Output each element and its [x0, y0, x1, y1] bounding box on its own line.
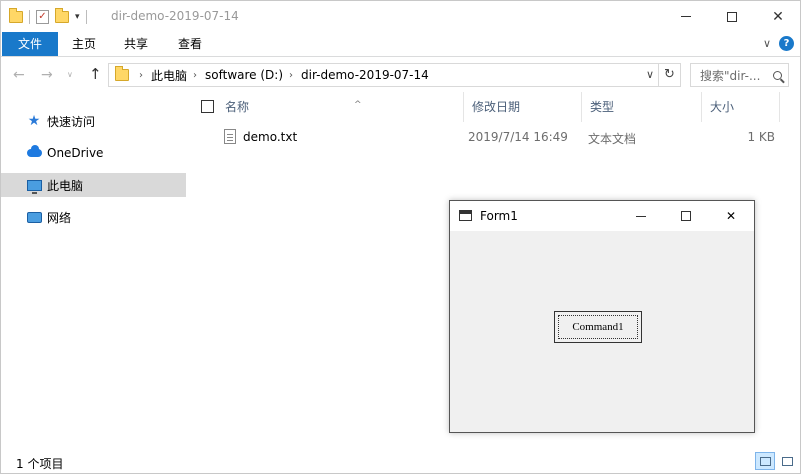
form-icon [459, 210, 472, 221]
file-date: 2019/7/14 16:49 [468, 130, 568, 144]
properties-icon[interactable]: ✓ [36, 10, 49, 24]
select-all-checkbox[interactable] [201, 100, 214, 113]
recent-locations-chevron-icon[interactable]: ∨ [67, 70, 73, 79]
cloud-icon [26, 145, 42, 160]
title-bar: ✓ ▾ dir-demo-2019-07-14 ✕ [1, 1, 800, 32]
breadcrumb-chevron-icon[interactable]: › [139, 70, 143, 81]
breadcrumb-folder[interactable]: dir-demo-2019-07-14 [301, 68, 429, 82]
close-button[interactable]: ✕ [755, 1, 801, 32]
star-icon: ★ [27, 113, 41, 129]
back-arrow-icon[interactable]: ← [13, 67, 25, 83]
maximize-button[interactable] [709, 1, 755, 32]
form1-title: Form1 [480, 209, 518, 223]
file-name: demo.txt [243, 130, 298, 144]
column-header-type[interactable]: 类型 [582, 92, 702, 122]
close-icon: ✕ [725, 209, 737, 223]
minimize-button[interactable] [663, 1, 709, 32]
column-header-name[interactable]: 名称 ^ [217, 92, 464, 122]
address-history-chevron-icon[interactable]: ∨ [646, 68, 654, 81]
separator [85, 10, 87, 24]
column-header-date[interactable]: 修改日期 [464, 92, 582, 122]
search-input[interactable]: 搜索"dir-... [690, 63, 789, 87]
refresh-icon[interactable]: ↻ [658, 64, 680, 86]
command1-button[interactable]: Command1 [554, 311, 642, 343]
sidebar-item-label: 此电脑 [47, 178, 84, 193]
item-count: 1 个项目 [16, 457, 64, 471]
sidebar-item-label: 网络 [47, 210, 72, 225]
file-size: 1 KB [747, 130, 775, 144]
file-type: 文本文档 [588, 132, 637, 146]
quick-access-toolbar: ✓ ▾ [9, 7, 87, 27]
large-icons-view-button[interactable] [777, 452, 797, 470]
large-icons-view-icon [782, 457, 793, 466]
tab-home[interactable]: 主页 [59, 32, 109, 56]
minimize-icon [636, 215, 646, 217]
sidebar-item-label: 快速访问 [47, 114, 96, 129]
navigation-pane: ★ 快速访问 OneDrive 此电脑 网络 [1, 92, 188, 447]
customize-toolbar-chevron-icon[interactable]: ▾ [75, 12, 80, 22]
column-header-label: 名称 [225, 100, 250, 114]
status-bar: 1 个项目 [1, 449, 800, 474]
column-header-row: 名称 ^ 修改日期 类型 大小 [189, 92, 801, 124]
command1-label: Command1 [572, 321, 624, 333]
ribbon-controls: ∨ ? [763, 36, 794, 51]
forward-arrow-icon[interactable]: → [41, 67, 53, 83]
form1-close-button[interactable]: ✕ [708, 201, 754, 231]
column-header-size[interactable]: 大小 [702, 92, 780, 122]
up-arrow-icon[interactable]: ↑ [89, 65, 102, 83]
breadcrumb-chevron-icon[interactable]: › [289, 70, 293, 81]
sidebar-item-label: OneDrive [47, 146, 104, 160]
breadcrumb-chevron-icon[interactable]: › [193, 70, 197, 81]
ribbon-tabs: 文件 主页 共享 查看 ∨ ? [1, 32, 800, 57]
sort-ascending-icon: ^ [354, 100, 362, 110]
computer-icon [26, 178, 42, 194]
network-icon [26, 210, 42, 224]
form1-title-bar[interactable]: Form1 ✕ [450, 201, 754, 231]
breadcrumb-drive[interactable]: software (D:) [205, 68, 283, 82]
details-view-button[interactable] [755, 452, 775, 470]
close-icon: ✕ [772, 8, 784, 25]
tab-file[interactable]: 文件 [2, 32, 58, 56]
sidebar-item-onedrive[interactable]: OneDrive [1, 141, 186, 165]
address-bar[interactable]: › 此电脑 › software (D:) › dir-demo-2019-07… [108, 63, 681, 87]
form1-minimize-button[interactable] [618, 201, 664, 231]
navigation-bar: ← → ∨ ↑ › 此电脑 › software (D:) › dir-demo… [1, 58, 800, 92]
breadcrumb-this-pc[interactable]: 此电脑 [151, 67, 187, 84]
form1-maximize-button[interactable] [663, 201, 709, 231]
minimize-icon [681, 16, 691, 17]
search-icon [773, 70, 782, 80]
maximize-icon [727, 11, 737, 22]
separator [29, 10, 30, 24]
details-view-icon [760, 457, 771, 466]
window-title: dir-demo-2019-07-14 [111, 9, 239, 23]
maximize-icon [681, 211, 691, 221]
sidebar-item-network[interactable]: 网络 [1, 205, 186, 229]
tab-share[interactable]: 共享 [109, 32, 163, 56]
new-folder-icon[interactable] [55, 8, 69, 23]
search-placeholder: 搜索"dir-... [700, 68, 761, 83]
sidebar-item-quick-access[interactable]: ★ 快速访问 [1, 109, 186, 133]
expand-ribbon-chevron-icon[interactable]: ∨ [763, 37, 771, 50]
folder-icon [115, 66, 129, 81]
file-row[interactable]: demo.txt 2019/7/14 16:49 文本文档 1 KB [217, 126, 777, 148]
form1-window: Form1 ✕ Command1 [449, 200, 755, 433]
text-file-icon [224, 129, 236, 144]
help-icon[interactable]: ? [779, 36, 794, 51]
folder-icon [9, 8, 23, 23]
tab-view[interactable]: 查看 [163, 32, 217, 56]
sidebar-item-this-pc[interactable]: 此电脑 [1, 173, 186, 197]
